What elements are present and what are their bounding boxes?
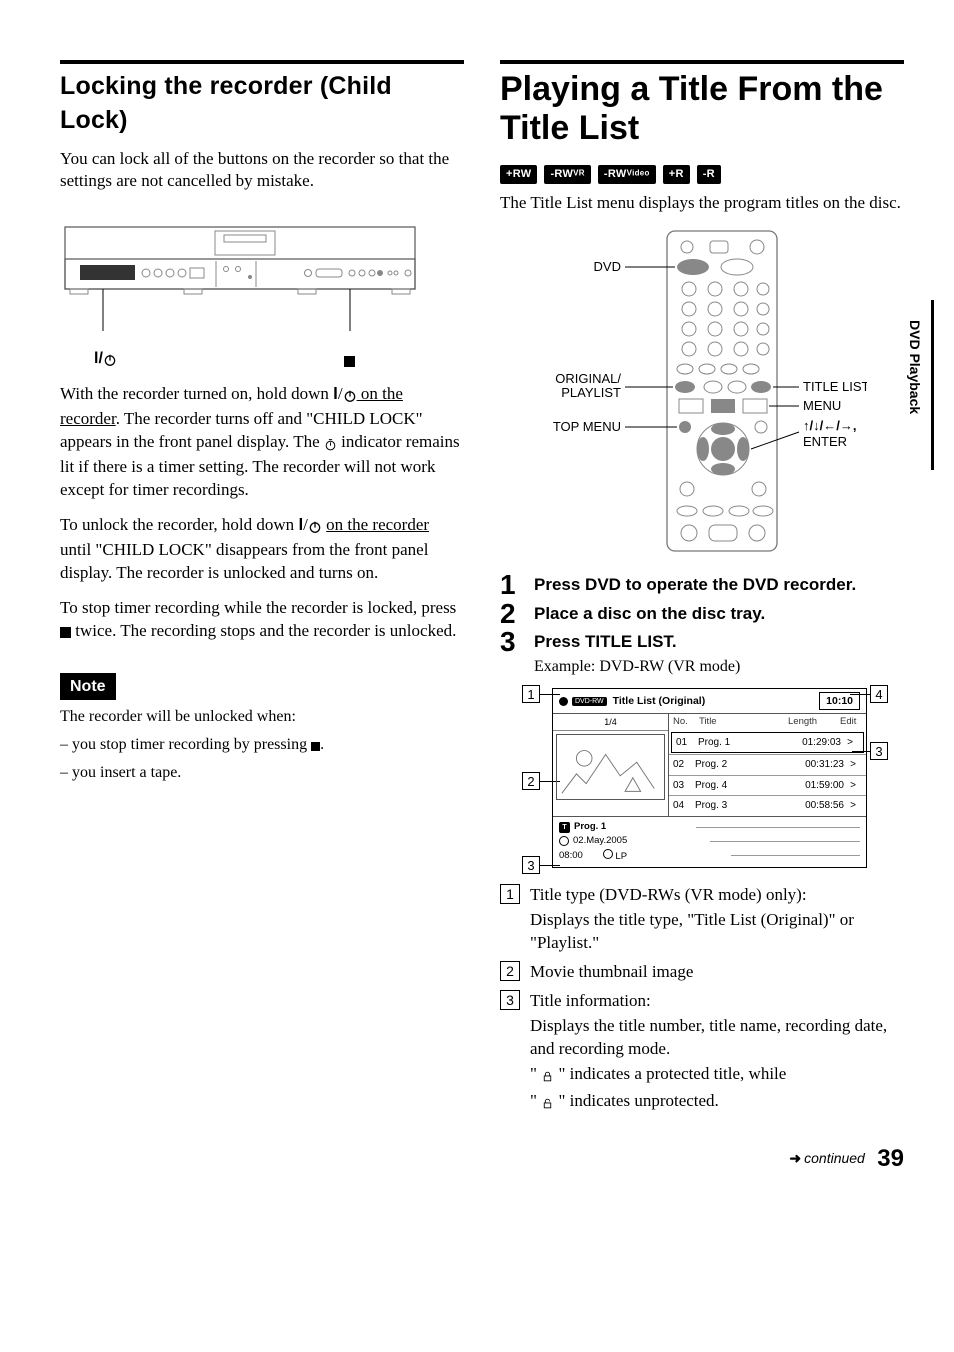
clock-icon	[559, 836, 569, 846]
thumb-counter: 1/4	[553, 714, 668, 731]
label-dvd: DVD	[594, 259, 621, 274]
legend-item-2: 2 Movie thumbnail image	[500, 961, 904, 984]
step-1: Press DVD to operate the DVD recorder.	[500, 574, 904, 597]
unlock-para: To unlock the recorder, hold down l/ on …	[60, 514, 464, 585]
stop-icon	[344, 356, 355, 367]
tl-info-panel: T Prog. 1 02.May.2005 08:00 LP	[553, 816, 866, 867]
unprotected-lock-icon	[541, 1092, 554, 1115]
title-list-heading: Playing a Title From the Title List	[500, 70, 904, 148]
tl-row-4: 04 Prog. 3 00:58:56 >	[669, 795, 866, 816]
recorder-front-panel-illustration: l/	[60, 209, 420, 369]
movie-thumbnail	[556, 734, 665, 800]
title-list-intro: The Title List menu displays the program…	[500, 192, 904, 215]
power-icon	[308, 516, 322, 539]
stop-button-label	[344, 350, 355, 372]
power-button-label: l/	[94, 348, 117, 372]
note-item-1: – you stop timer recording by pressing .	[60, 734, 464, 756]
svg-text:↑/↓/←/→,: ↑/↓/←/→,	[803, 418, 856, 433]
stop-timer-para: To stop timer recording while the record…	[60, 597, 464, 643]
badge-minus-r: -R	[697, 165, 721, 184]
badge-plus-r: +R	[663, 165, 690, 184]
title-list-screenshot: 1 2 3 4 3 DVD-RW Title List (Original) 1…	[522, 688, 882, 868]
tl-column-headers: No. Title Length Edit	[669, 714, 866, 731]
note-intro: The recorder will be unlocked when:	[60, 706, 464, 728]
steps-list: Press DVD to operate the DVD recorder. P…	[500, 574, 904, 678]
disc-type-badges: +RW -RWVR -RWVideo +R -R	[500, 162, 904, 184]
note-item-2: – you insert a tape.	[60, 762, 464, 784]
side-tab-bar	[931, 300, 934, 470]
badge-plus-rw: +RW	[500, 165, 537, 184]
tl-row-2: 02 Prog. 2 00:31:23 >	[669, 754, 866, 775]
timer-icon	[324, 433, 337, 456]
legend-item-3: 3 Title information: Displays the title …	[500, 990, 904, 1115]
tl-row-3: 03 Prog. 4 01:59:00 >	[669, 775, 866, 796]
badge-minus-rw-vr: -RWVR	[544, 165, 590, 184]
tl-row-1: 01 Prog. 1 01:29:03 >	[671, 732, 864, 754]
svg-text:MENU: MENU	[803, 398, 841, 413]
callout-3b: 3	[870, 742, 888, 760]
page-footer: ➜continued 39	[60, 1143, 904, 1175]
callout-1: 1	[522, 685, 540, 703]
svg-text:TOP MENU: TOP MENU	[553, 419, 621, 434]
title-chip-icon: T	[559, 822, 570, 833]
protected-lock-icon	[541, 1065, 554, 1088]
legend-item-1: 1 Title type (DVD-RWs (VR mode) only): D…	[500, 884, 904, 955]
side-tab: DVD Playback	[905, 320, 924, 414]
left-column: Locking the recorder (Child Lock) You ca…	[60, 60, 464, 1121]
note-heading: Note	[60, 673, 116, 701]
stop-icon	[311, 742, 320, 751]
svg-text:TITLE LIST: TITLE LIST	[803, 379, 867, 394]
right-column: Playing a Title From the Title List +RW …	[500, 60, 904, 1121]
callout-4: 4	[870, 685, 888, 703]
dvd-rw-chip: DVD-RW	[572, 697, 607, 706]
tl-title: Title List (Original)	[613, 694, 706, 708]
lock-para: With the recorder turned on, hold down l…	[60, 383, 464, 502]
step-2: Place a disc on the disc tray.	[500, 603, 904, 626]
child-lock-intro: You can lock all of the buttons on the r…	[60, 148, 464, 194]
lock-icon	[603, 849, 613, 859]
svg-text:ENTER: ENTER	[803, 434, 847, 449]
record-dot-icon	[559, 697, 568, 706]
title-list-legend: 1 Title type (DVD-RWs (VR mode) only): D…	[500, 884, 904, 1114]
callout-3a: 3	[522, 856, 540, 874]
stop-icon	[60, 627, 71, 638]
power-icon	[343, 385, 357, 408]
child-lock-heading: Locking the recorder (Child Lock)	[60, 70, 464, 138]
step-3: Press TITLE LIST. Example: DVD-RW (VR mo…	[500, 631, 904, 678]
callout-2: 2	[522, 772, 540, 790]
svg-text:PLAYLIST: PLAYLIST	[561, 385, 621, 400]
page-number: 39	[877, 1143, 904, 1175]
power-icon	[103, 350, 117, 372]
badge-minus-rw-video: -RWVideo	[598, 165, 656, 184]
remote-control-illustration: DVD ORIGINAL/ PLAYLIST TOP MENU TITLE LI…	[500, 227, 904, 564]
svg-text:ORIGINAL/: ORIGINAL/	[555, 371, 621, 386]
